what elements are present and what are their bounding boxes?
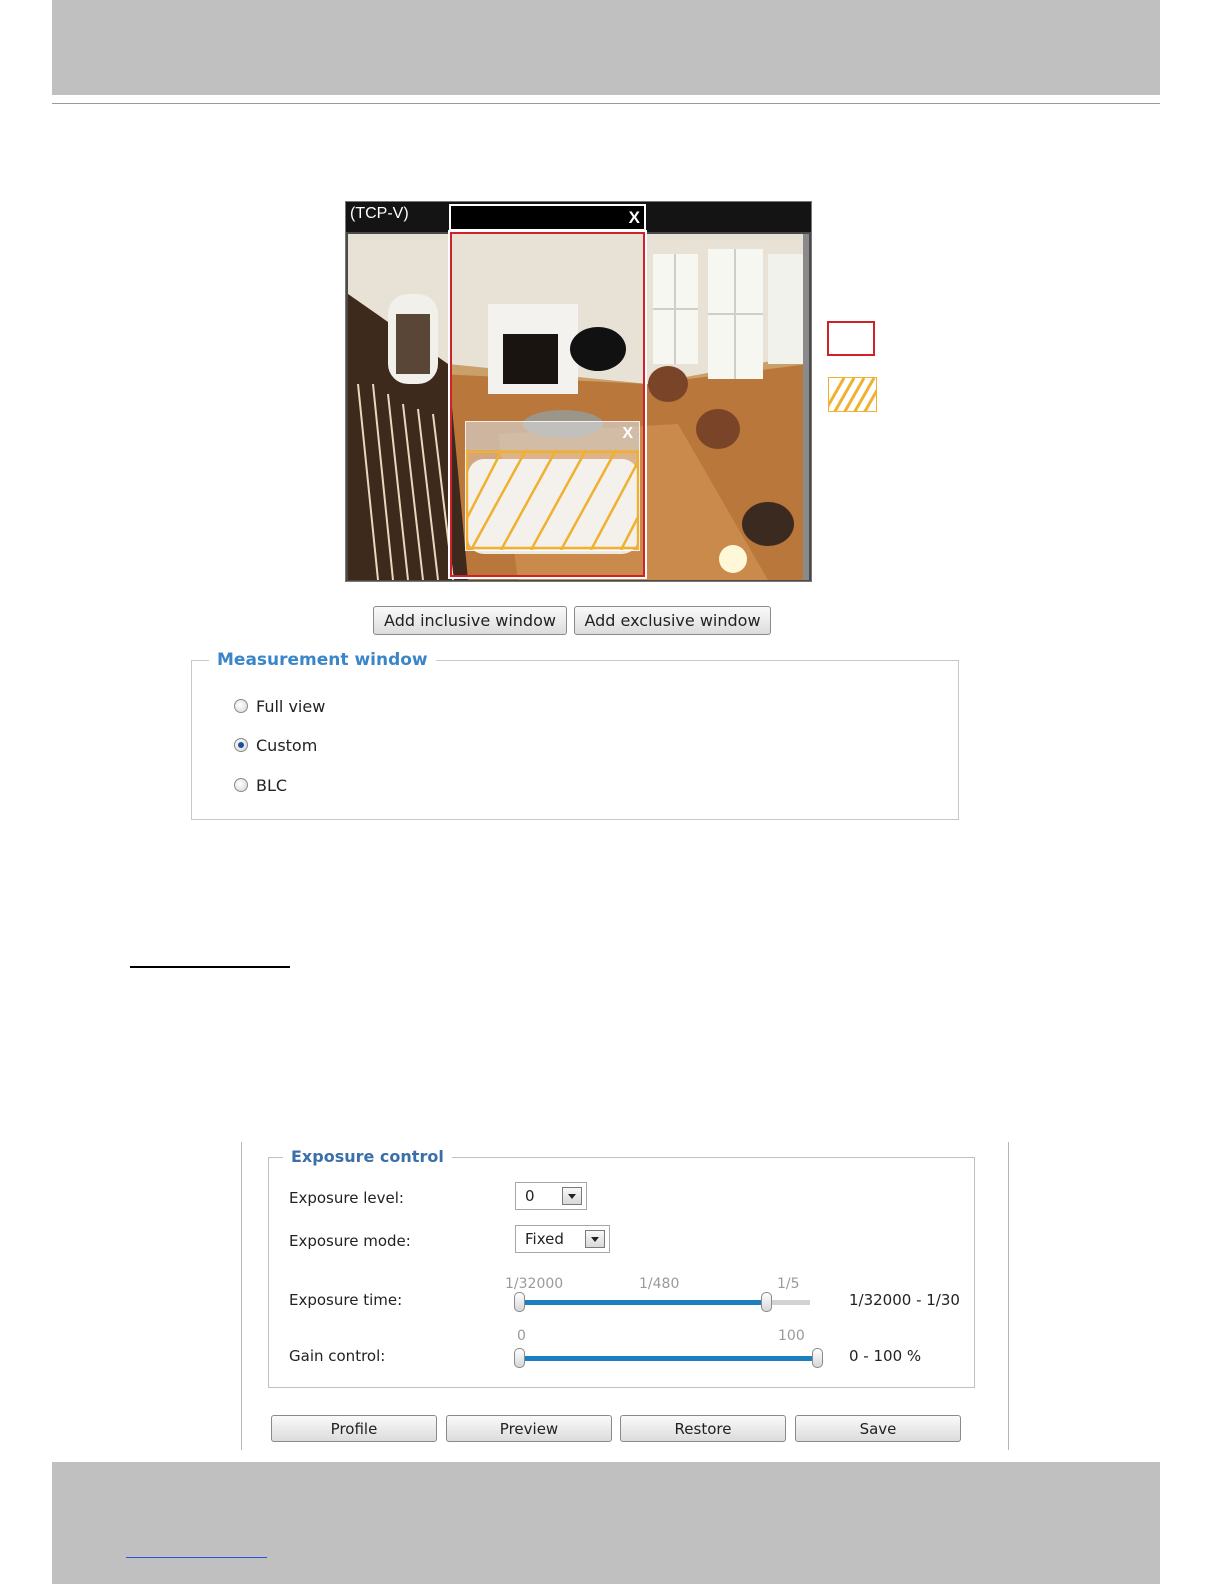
- exposure-mode-label: Exposure mode:: [289, 1232, 411, 1250]
- slider-min-handle[interactable]: [514, 1348, 525, 1368]
- slider-fill: [519, 1356, 817, 1361]
- slider-fill: [519, 1300, 767, 1305]
- page-header-band: [52, 0, 1160, 95]
- select-value: 0: [525, 1187, 535, 1205]
- select-value: Fixed: [525, 1230, 564, 1248]
- exposure-level-label: Exposure level:: [289, 1189, 404, 1207]
- radio-label: Custom: [256, 735, 318, 755]
- slider-max-handle[interactable]: [812, 1348, 823, 1368]
- exposure-mode-select[interactable]: Fixed: [515, 1225, 610, 1253]
- slider-tick-label: 100: [778, 1328, 805, 1344]
- radio-button-selected[interactable]: [234, 738, 248, 752]
- page-footer-band: [52, 1462, 1160, 1584]
- exposure-time-slider[interactable]: [514, 1292, 810, 1312]
- radio-button[interactable]: [234, 778, 248, 792]
- slider-tick-label: 0: [517, 1328, 526, 1344]
- chevron-down-icon[interactable]: [585, 1230, 605, 1248]
- profile-button[interactable]: Profile: [271, 1415, 437, 1442]
- slider-tick-label: 1/32000: [505, 1276, 564, 1292]
- save-button[interactable]: Save: [795, 1415, 961, 1442]
- slider-max-handle[interactable]: [761, 1292, 773, 1312]
- gain-control-range-value: 0 - 100 %: [849, 1347, 922, 1365]
- radio-blc[interactable]: BLC: [234, 774, 287, 796]
- measurement-window-title: Measurement window: [209, 650, 436, 670]
- close-icon[interactable]: X: [622, 425, 633, 443]
- section-underline: [130, 966, 290, 968]
- exposure-level-select[interactable]: 0: [515, 1182, 587, 1210]
- inclusive-window-legend-swatch: [827, 321, 875, 356]
- panel-right-edge: [1008, 1142, 1009, 1450]
- preview-button[interactable]: Preview: [446, 1415, 612, 1442]
- radio-label: BLC: [256, 775, 288, 795]
- footer-link-underline[interactable]: [126, 1557, 267, 1558]
- exclusive-window-legend-swatch: [828, 377, 877, 412]
- radio-custom[interactable]: Custom: [234, 734, 317, 756]
- protocol-label: (TCP-V): [350, 205, 409, 222]
- exposure-time-range-value: 1/32000 - 1/30: [849, 1291, 960, 1309]
- add-inclusive-window-button[interactable]: Add inclusive window: [373, 606, 567, 635]
- exclusive-window-titlebar[interactable]: X: [466, 422, 639, 450]
- slider-tick-label: 1/480: [639, 1276, 680, 1292]
- restore-button[interactable]: Restore: [620, 1415, 786, 1442]
- header-divider: [52, 103, 1160, 104]
- exclusive-hatch-pattern: [466, 450, 639, 550]
- exposure-time-label: Exposure time:: [289, 1291, 403, 1309]
- radio-full-view[interactable]: Full view: [234, 695, 325, 717]
- exposure-control-title: Exposure control: [283, 1147, 452, 1166]
- close-icon[interactable]: X: [629, 208, 640, 228]
- add-exclusive-window-button[interactable]: Add exclusive window: [574, 606, 771, 635]
- radio-label: Full view: [256, 696, 326, 716]
- slider-min-handle[interactable]: [514, 1292, 525, 1312]
- hatch-swatch-icon: [829, 378, 876, 411]
- panel-left-edge: [241, 1142, 242, 1450]
- gain-control-label: Gain control:: [289, 1347, 386, 1365]
- gain-control-slider[interactable]: [514, 1348, 823, 1368]
- inclusive-window-titlebar[interactable]: X: [449, 204, 646, 231]
- exclusive-measurement-window[interactable]: X: [465, 421, 640, 551]
- chevron-down-icon[interactable]: [562, 1187, 582, 1205]
- radio-button[interactable]: [234, 699, 248, 713]
- slider-tick-label: 1/5: [777, 1276, 800, 1292]
